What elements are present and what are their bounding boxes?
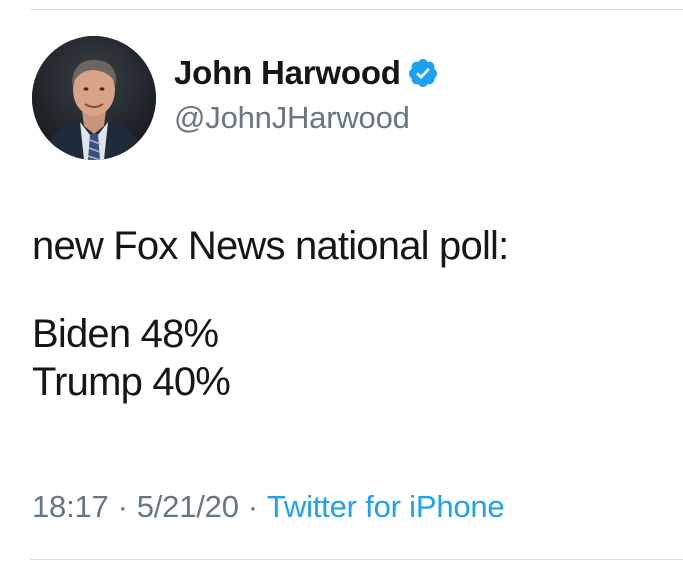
tweet-text: new Fox News national poll: Biden 48% Tr… <box>32 222 509 406</box>
tweet-line: new Fox News national poll: <box>32 224 509 268</box>
avatar-photo-icon <box>32 36 156 160</box>
top-divider <box>30 9 683 10</box>
tweet-line: Biden 48% <box>32 312 219 356</box>
tweet-source-link[interactable]: Twitter for iPhone <box>267 489 505 524</box>
verified-badge-icon <box>407 57 439 89</box>
tweet-line: Trump 40% <box>32 360 231 404</box>
tweet-author[interactable]: John Harwood @JohnJHarwood <box>174 52 439 136</box>
tweet-meta: 18:17 · 5/21/20 · Twitter for iPhone <box>32 489 505 525</box>
tweet-time[interactable]: 18:17 <box>32 489 109 524</box>
avatar[interactable] <box>32 36 156 160</box>
name-row: John Harwood <box>174 52 439 94</box>
user-handle[interactable]: @JohnJHarwood <box>174 100 439 136</box>
separator: · <box>247 489 258 524</box>
tweet-date[interactable]: 5/21/20 <box>137 489 239 524</box>
display-name[interactable]: John Harwood <box>174 54 401 92</box>
bottom-divider <box>30 559 683 560</box>
separator: · <box>117 489 128 524</box>
